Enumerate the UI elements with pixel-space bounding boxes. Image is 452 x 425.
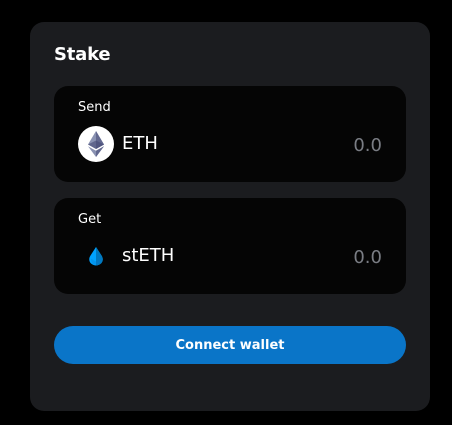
send-token-row: ETH (78, 126, 382, 162)
send-amount-input[interactable] (262, 133, 382, 157)
card-title: Stake (54, 44, 111, 65)
get-amount-input[interactable] (262, 245, 382, 269)
get-token-name: stETH (122, 245, 175, 266)
get-box: Get stETH (54, 198, 406, 294)
connect-wallet-button[interactable]: Connect wallet (54, 326, 406, 364)
send-token-name: ETH (122, 133, 158, 154)
stake-card: Stake Send ETH Get stETH (30, 22, 430, 411)
get-token-row: stETH (78, 238, 382, 274)
get-label: Get (78, 212, 102, 227)
send-box: Send ETH (54, 86, 406, 182)
steth-drop-icon (89, 247, 103, 266)
send-label: Send (78, 100, 111, 115)
eth-logo-icon (78, 126, 114, 162)
